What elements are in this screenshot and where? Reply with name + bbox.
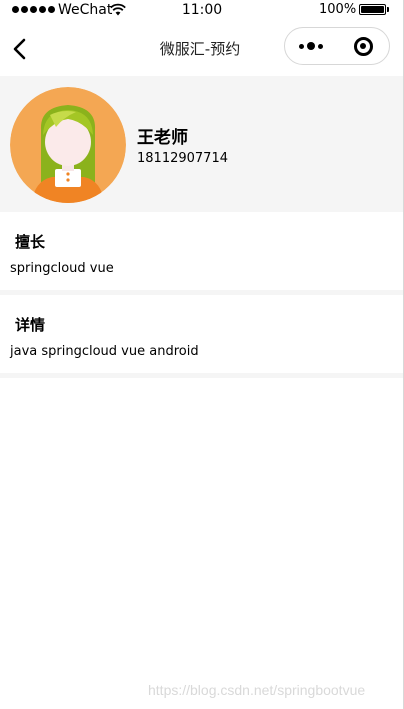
- battery-icon: [359, 4, 386, 15]
- mini-program-capsule: [284, 27, 390, 65]
- teacher-phone: 18112907714: [137, 151, 228, 166]
- battery-percent: 100%: [319, 2, 357, 17]
- details-section: 详情 java springcloud vue android: [0, 295, 403, 373]
- avatar: [10, 87, 126, 203]
- status-bar: WeChat 11:00 100%: [0, 0, 403, 22]
- more-dots-icon[interactable]: [285, 42, 337, 50]
- section-divider: [0, 373, 403, 378]
- navigation-bar: 微服汇-预约: [0, 22, 403, 76]
- teacher-profile-header: 王老师 18112907714: [0, 76, 403, 212]
- specialty-content: springcloud vue: [10, 261, 114, 276]
- phone-screen: WeChat 11:00 100% 微服汇-预约 王老师 18112907714…: [0, 0, 404, 709]
- battery-tip: [387, 7, 389, 12]
- specialty-section: 擅长 springcloud vue: [0, 212, 403, 290]
- capsule-close-icon[interactable]: [337, 36, 389, 56]
- watermark: https://blog.csdn.net/springbootvue: [148, 682, 366, 698]
- teacher-name: 王老师: [137, 128, 188, 148]
- details-title: 详情: [15, 316, 46, 334]
- details-content: java springcloud vue android: [10, 344, 199, 359]
- specialty-title: 擅长: [15, 233, 46, 251]
